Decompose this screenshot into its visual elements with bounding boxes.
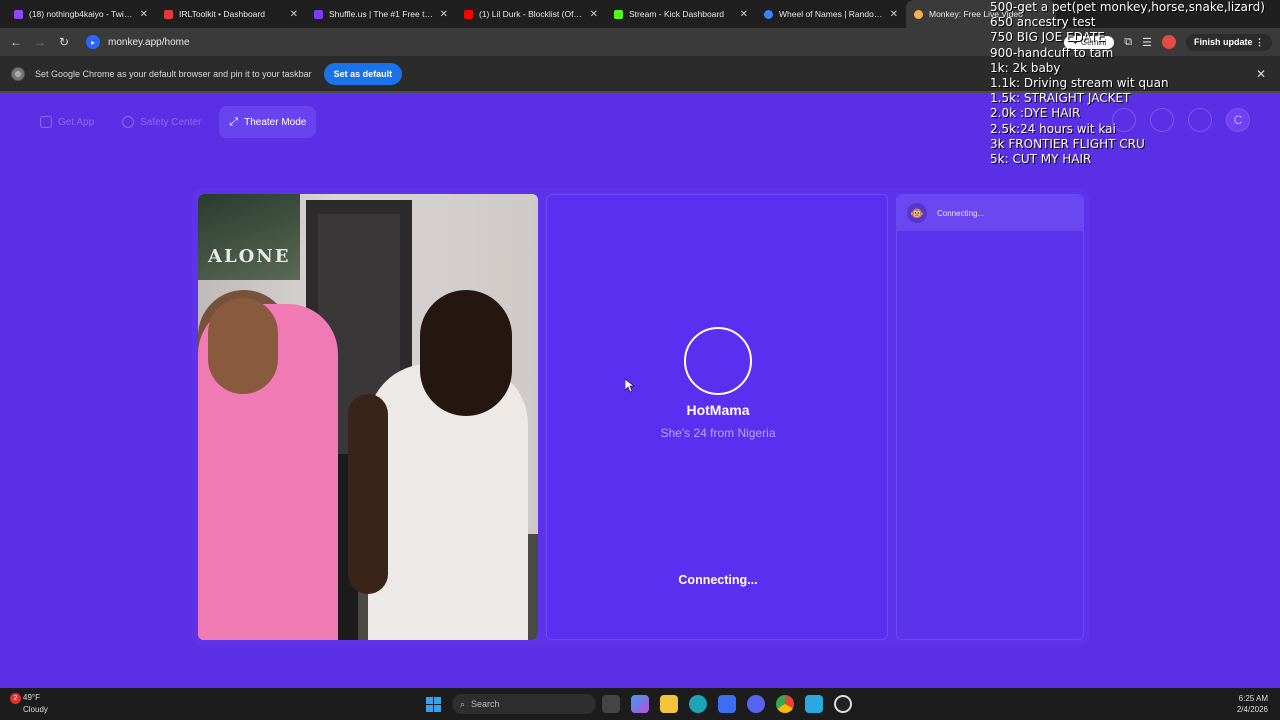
address-bar[interactable]: ▸ monkey.app/home xyxy=(80,31,960,53)
goal-line: 650 ancestry test xyxy=(990,15,1096,30)
task-view-icon[interactable] xyxy=(602,695,620,713)
back-icon[interactable]: ← xyxy=(4,30,28,54)
chrome-icon[interactable] xyxy=(776,695,794,713)
goal-line: 1.5k: STRAIGHT JACKET xyxy=(990,91,1131,106)
windows-start-icon[interactable] xyxy=(426,697,441,712)
person-right-head xyxy=(420,290,512,416)
tab-label: IRLToolkit • Dashboard xyxy=(179,9,265,19)
theater-mode-button[interactable]: ⤢ Theater Mode xyxy=(219,106,317,138)
safety-center-label: Safety Center xyxy=(140,116,202,128)
tab-kick[interactable]: Stream - Kick Dashboard ✕ xyxy=(606,0,756,28)
url-text: monkey.app/home xyxy=(108,36,190,48)
close-icon[interactable]: ✕ xyxy=(890,9,898,20)
goal-line: 1.1k: Driving stream wit quan xyxy=(990,76,1169,91)
mouse-cursor-icon xyxy=(625,379,635,393)
reload-icon[interactable]: ↻ xyxy=(52,30,76,54)
tab-label: Shuffle.us | The #1 Free to Pl xyxy=(329,9,434,19)
irltoolkit-icon xyxy=(164,9,173,19)
poster-text: ALONE xyxy=(208,246,291,267)
tab-label: Wheel of Names | Random n xyxy=(779,9,884,19)
self-video-feed: ALONE xyxy=(198,194,538,640)
goal-line: 5k: CUT MY HAIR xyxy=(990,152,1092,167)
system-clock[interactable]: 6:25 AM 2/4/2026 xyxy=(1237,693,1268,715)
monkey-favicon-icon xyxy=(914,9,923,19)
goal-line: 900-handcuff to tam xyxy=(990,45,1114,60)
infobar-message: Set Google Chrome as your default browse… xyxy=(35,68,312,79)
phone-icon xyxy=(40,116,52,128)
clock-date: 2/4/2026 xyxy=(1236,705,1268,714)
chat-panel: 🐵 Connecting... xyxy=(896,194,1084,640)
weather-widget[interactable]: 2 49°F Cloudy xyxy=(10,692,48,715)
page-nav: Get App Safety Center ⤢ Theater Mode xyxy=(30,106,317,138)
site-info-icon[interactable]: ▸ xyxy=(86,35,100,49)
monkey-icon: 🐵 xyxy=(907,203,927,223)
wheel-icon xyxy=(764,9,773,19)
tab-label: (18) nothingb4kaiyo - Twitch xyxy=(29,9,134,19)
person-right-arm xyxy=(348,394,388,594)
kick-icon xyxy=(614,9,623,19)
app-icon[interactable] xyxy=(805,695,823,713)
weather-condition: Cloudy xyxy=(23,705,48,714)
tab-label: Stream - Kick Dashboard xyxy=(629,9,724,19)
theater-mode-label: Theater Mode xyxy=(244,116,307,128)
file-explorer-icon[interactable] xyxy=(660,695,678,713)
match-info: She's 24 from Nigeria xyxy=(660,426,776,440)
search-placeholder: Search xyxy=(471,699,500,709)
forward-icon[interactable]: → xyxy=(28,30,52,54)
notification-badge: 2 xyxy=(10,693,21,704)
close-icon[interactable]: ✕ xyxy=(290,9,298,20)
windows-taskbar: 2 49°F Cloudy ⌕ Search 6:25 AM 2/4/2026 xyxy=(0,688,1280,720)
set-as-default-button[interactable]: Set as default xyxy=(323,62,403,85)
connecting-status: Connecting... xyxy=(678,573,758,587)
match-username: HotMama xyxy=(686,402,750,418)
person-left-face xyxy=(208,298,278,394)
taskbar-search[interactable]: ⌕ Search xyxy=(452,694,596,714)
tab-irltoolkit[interactable]: IRLToolkit • Dashboard ✕ xyxy=(156,0,306,28)
shuffle-icon xyxy=(314,9,323,19)
close-icon[interactable]: ✕ xyxy=(740,9,748,20)
close-icon[interactable]: ✕ xyxy=(140,9,148,20)
discord-icon[interactable] xyxy=(747,695,765,713)
match-panel: HotMama She's 24 from Nigeria Connecting… xyxy=(546,194,888,640)
edge-icon[interactable] xyxy=(689,695,707,713)
clock-time: 6:25 AM xyxy=(1238,694,1268,703)
goal-line: 750 BIG JOE EDATE xyxy=(990,30,1105,45)
expand-icon: ⤢ xyxy=(229,115,239,128)
copilot-icon[interactable] xyxy=(631,695,649,713)
chat-status: Connecting... xyxy=(937,208,985,218)
get-app-button[interactable]: Get App xyxy=(30,106,104,138)
match-avatar-ring xyxy=(684,327,752,395)
goal-line: 2.0k :DYE HAIR xyxy=(990,106,1081,121)
close-icon[interactable]: ✕ xyxy=(440,9,448,20)
close-icon[interactable]: ✕ xyxy=(590,9,598,20)
goal-line: 500-get a pet(pet monkey,horse,snake,liz… xyxy=(990,0,1265,14)
store-icon[interactable] xyxy=(718,695,736,713)
chrome-icon xyxy=(11,66,25,81)
taskbar-apps xyxy=(602,695,852,713)
shield-icon xyxy=(122,116,135,128)
chat-header: 🐵 Connecting... xyxy=(897,195,1083,231)
tab-shuffle[interactable]: Shuffle.us | The #1 Free to Pl ✕ xyxy=(306,0,456,28)
youtube-icon xyxy=(464,9,473,19)
obs-icon[interactable] xyxy=(834,695,852,713)
wall-poster: ALONE xyxy=(198,194,300,280)
goal-line: 2.5k:24 hours wit kai xyxy=(990,121,1116,136)
tab-wheel-of-names[interactable]: Wheel of Names | Random n ✕ xyxy=(756,0,906,28)
get-app-label: Get App xyxy=(58,116,95,128)
goal-line: 3k FRONTIER FLIGHT CRU xyxy=(990,136,1145,151)
stream-goal-overlay: 500-get a pet(pet monkey,horse,snake,liz… xyxy=(990,0,1280,167)
search-icon: ⌕ xyxy=(460,698,466,709)
goal-line: 1k: 2k baby xyxy=(990,60,1061,75)
twitch-icon xyxy=(14,9,23,19)
tab-label: (1) Lil Durk - Blocklist (Officia xyxy=(479,9,584,19)
tab-twitch[interactable]: (18) nothingb4kaiyo - Twitch ✕ xyxy=(6,0,156,28)
tab-youtube[interactable]: (1) Lil Durk - Blocklist (Officia ✕ xyxy=(456,0,606,28)
weather-temp: 49°F xyxy=(23,693,40,702)
safety-center-button[interactable]: Safety Center xyxy=(112,106,211,138)
